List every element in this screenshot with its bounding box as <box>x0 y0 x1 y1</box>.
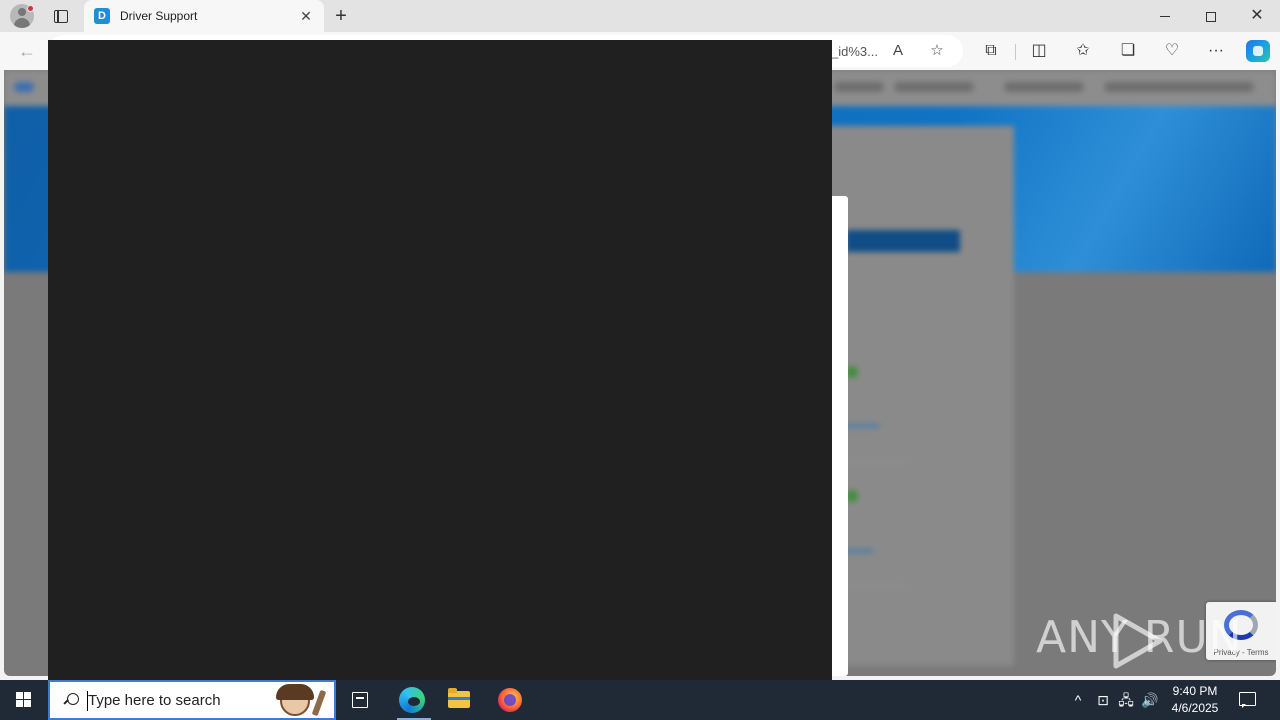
favorite-star-icon[interactable]: ☆ <box>928 42 946 60</box>
tab-actions-icon[interactable] <box>50 6 70 26</box>
search-placeholder: Type here to search <box>88 692 221 709</box>
more-options-icon[interactable]: ··· <box>1206 41 1226 61</box>
clock-date: 4/6/2025 <box>1171 701 1219 715</box>
profile-notification-dot <box>27 5 34 12</box>
meet-now-icon[interactable]: ⊡ <box>1093 690 1113 710</box>
toolbar-divider <box>1015 44 1016 60</box>
notification-center-icon[interactable] <box>1236 690 1258 710</box>
start-button[interactable] <box>0 680 48 720</box>
tab-title: Driver Support <box>120 9 198 23</box>
window-close-button[interactable]: ✕ <box>1234 0 1280 32</box>
extensions-icon[interactable]: ⧉ <box>981 41 1001 61</box>
browser-essentials-icon[interactable]: ♡ <box>1162 41 1182 61</box>
task-view-icon[interactable] <box>336 680 384 720</box>
clock-time: 9:40 PM <box>1172 684 1218 698</box>
read-aloud-icon[interactable]: A <box>889 42 907 60</box>
collections-icon[interactable]: ❏ <box>1118 41 1138 61</box>
firefox-icon[interactable] <box>485 680 533 720</box>
search-highlight-illustration-icon[interactable] <box>276 684 334 718</box>
new-tab-button[interactable]: + <box>330 5 352 27</box>
blurred-cta-button <box>846 230 960 252</box>
favorites-icon[interactable]: ✩ <box>1073 41 1093 61</box>
edge-browser-icon[interactable] <box>387 680 435 720</box>
tab-driver-support[interactable]: D Driver Support ✕ <box>84 0 324 32</box>
restore-icon <box>1206 11 1216 22</box>
content-card <box>824 126 1014 666</box>
browser-tab-bar: D Driver Support ✕ + ✕ <box>0 0 1280 32</box>
anyrun-play-icon <box>1113 613 1163 669</box>
dark-overlay-panel <box>48 40 832 680</box>
windows-logo-icon <box>16 692 32 708</box>
back-arrow-icon[interactable]: ← <box>16 40 38 62</box>
copilot-icon[interactable] <box>1246 40 1270 62</box>
windows-taskbar: Type here to search ^ ⊡ 🖧 🔊 9:40 PM 4/6/… <box>0 680 1280 720</box>
tray-chevron-icon[interactable]: ^ <box>1068 690 1088 710</box>
taskbar-clock[interactable]: 9:40 PM 4/6/2025 <box>1166 683 1224 717</box>
volume-icon[interactable]: 🔊 <box>1140 690 1160 710</box>
address-url-text: _id%3... <box>831 44 878 59</box>
tab-favicon-icon: D <box>94 8 110 24</box>
window-minimize-button[interactable] <box>1142 0 1188 32</box>
network-icon[interactable]: 🖧 <box>1116 690 1136 710</box>
minimize-icon <box>1160 16 1170 18</box>
overlay-edge-strip <box>832 196 848 676</box>
window-restore-button[interactable] <box>1188 0 1234 32</box>
tab-close-icon[interactable]: ✕ <box>298 8 314 24</box>
search-icon <box>62 692 80 710</box>
taskbar-search-box[interactable]: Type here to search <box>48 680 336 720</box>
file-explorer-icon[interactable] <box>436 680 484 720</box>
split-screen-icon[interactable]: ◫ <box>1029 41 1049 61</box>
